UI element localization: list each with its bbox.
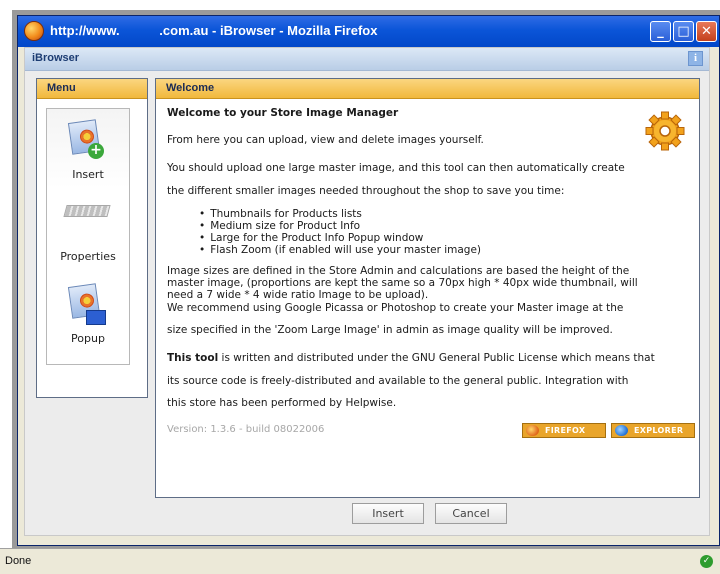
recommend-text-line1: We recommend using Google Picassa or Pho… [167,302,624,314]
close-button[interactable]: ✕ [696,21,717,42]
firefox-window: http://www. .com.au - iBrowser - Mozilla… [17,15,720,546]
menu-panel: Menu + Insert Properties Popup [36,78,148,398]
sizes-text-line2: master image, (proportions are kept the … [167,277,638,289]
properties-icon [63,205,111,217]
menu-header: Menu [37,79,147,99]
menu-item-properties[interactable]: Properties [47,191,129,271]
menu-item-label: Insert [72,168,104,181]
welcome-panel: Welcome Welcome to your Store Image Mana… [155,78,700,498]
firefox-icon [526,425,539,436]
license-rest: is written and distributed under the GNU… [218,352,655,364]
popup-image-icon [67,283,106,325]
menu-item-label: Popup [71,332,105,345]
status-text: Done [5,555,32,567]
insert-button[interactable]: Insert [352,503,424,524]
ibrowser-dialog: iBrowser i Menu + Insert Properties Popu… [24,47,710,536]
firefox-icon [24,21,44,41]
list-item: Flash Zoom (if enabled will use your mas… [199,244,481,256]
firefox-badge[interactable]: FIREFOX [522,423,606,438]
upload-text-line1: You should upload one large master image… [167,162,625,174]
explorer-badge-label: EXPLORER [634,426,684,435]
status-bar: Done ✓ [0,548,720,574]
list-item: Large for the Product Info Popup window [199,232,481,244]
intro-text: From here you can upload, view and delet… [167,134,484,146]
menu-item-insert[interactable]: + Insert [47,109,129,189]
checkmark-icon: ✓ [700,555,713,568]
welcome-content: Welcome to your Store Image Manager From… [167,98,695,497]
sizes-text-line3: need a 7 wide * 4 wide ratio Image to be… [167,289,429,301]
list-item: Medium size for Product Info [199,220,481,232]
cancel-button[interactable]: Cancel [435,503,507,524]
explorer-badge[interactable]: EXPLORER [611,423,695,438]
recommend-text-line2: size specified in the 'Zoom Large Image'… [167,324,613,336]
upload-text-line2: the different smaller images needed thro… [167,185,565,197]
app-header: iBrowser i [25,48,709,71]
license-text-line2: its source code is freely-distributed an… [167,375,629,387]
gear-icon [645,111,685,151]
insert-image-icon: + [67,119,104,159]
license-text-line3: this store has been performed by Helpwis… [167,397,397,409]
firefox-badge-label: FIREFOX [545,426,586,435]
version-text: Version: 1.3.6 - build 08022006 [167,424,325,435]
maximize-button[interactable]: □ [673,21,694,42]
welcome-heading: Welcome to your Store Image Manager [167,107,399,119]
title-bar[interactable]: http://www. .com.au - iBrowser - Mozilla… [18,16,719,47]
license-text-line1: This tool is written and distributed und… [167,352,655,364]
explorer-icon [615,425,628,436]
sizes-text-line1: Image sizes are defined in the Store Adm… [167,265,630,277]
menu-list: + Insert Properties Popup [46,108,130,365]
welcome-header: Welcome [156,79,699,99]
minimize-button[interactable]: _ [650,21,671,42]
list-item: Thumbnails for Products lists [199,208,481,220]
license-bold: This tool [167,352,219,364]
info-icon[interactable]: i [688,51,703,66]
app-title: iBrowser [32,52,80,64]
menu-item-popup[interactable]: Popup [47,273,129,353]
window-title: http://www. .com.au - iBrowser - Mozilla… [50,23,378,38]
menu-item-label: Properties [60,250,116,263]
image-size-list: Thumbnails for Products lists Medium siz… [199,208,481,256]
